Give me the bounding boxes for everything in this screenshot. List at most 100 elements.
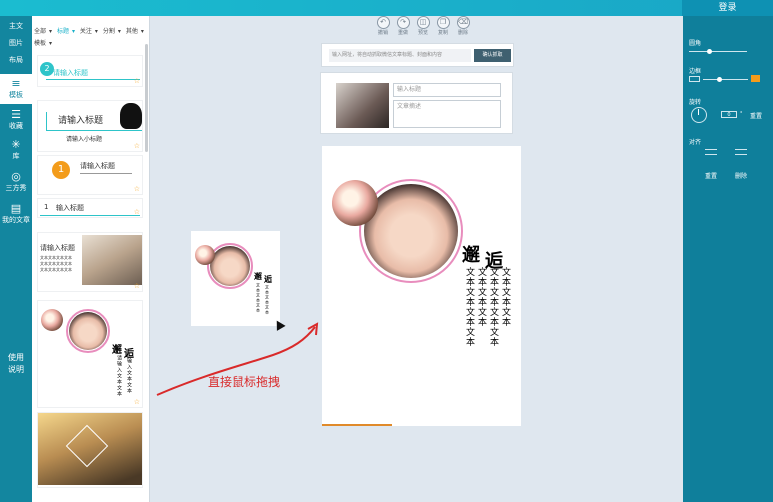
card-title: 请输入标题 (53, 69, 88, 77)
trash-icon: ⌫ (456, 16, 470, 29)
top-bar (0, 0, 773, 16)
nav-templates[interactable]: ≡ 模板 (0, 74, 32, 104)
template-card[interactable] (37, 412, 143, 488)
canvas-title-char-1[interactable]: 邂 (462, 241, 480, 267)
undo-button[interactable]: ↶ 撤销 (374, 16, 392, 37)
silhouette-icon (120, 103, 142, 129)
filter-follow[interactable]: 关注 (80, 28, 92, 35)
help-line-2: 说明 (8, 365, 24, 374)
mini-title-char-2: 逅 (264, 274, 272, 284)
redo-button[interactable]: ↷ 重做 (394, 16, 412, 37)
nav-my-articles[interactable]: ▤ 我的文章 (0, 200, 32, 228)
import-url-input[interactable]: 输入网址，将自动抓取微信文章标题、封面和内容 (329, 49, 471, 62)
template-scrollbar[interactable] (145, 44, 148, 152)
divider (80, 173, 132, 174)
filter-divider[interactable]: 分割 (103, 28, 115, 35)
star-icon[interactable]: ☆ (134, 398, 140, 406)
favorites-icon: ☰ (11, 108, 21, 121)
template-card[interactable]: 1 请输入标题 ☆ (37, 155, 143, 195)
rotate-dial-needle (698, 109, 699, 115)
card-title-char-1: 邂 (112, 345, 122, 356)
left-nav: 主文 图片 布局 ≡ 模板 ☰ 收藏 ✳ 库 ◎ 三方秀 ▤ 我的文章 使用 说… (0, 16, 32, 502)
article-summary-input[interactable]: 文章摘述 (393, 100, 501, 128)
star-icon[interactable]: ☆ (134, 185, 140, 193)
flower-photo (195, 245, 215, 265)
card-title: 请输入标题 (40, 244, 75, 252)
delete-button[interactable]: ⌫ 删除 (454, 16, 472, 37)
border-style-icon[interactable] (689, 76, 700, 82)
underline (46, 79, 140, 80)
align-center-icon[interactable] (735, 149, 747, 155)
edit-toolbar: ↶ 撤销 ↷ 重做 ◫ 预览 ❐ 复制 ⌫ 删除 (374, 16, 474, 38)
bracket-line (46, 112, 47, 130)
preview-button[interactable]: ◫ 预览 (414, 16, 432, 37)
template-filters: 全部 ▾ 标题 ▾ 关注 ▾ 分割 ▾ 其他 ▾ 模板 ▾ (34, 28, 144, 47)
delete-element-button[interactable]: 删除 (735, 171, 747, 180)
filter-title[interactable]: 标题 (57, 28, 69, 35)
number-badge-icon: 1 (52, 161, 70, 179)
portrait-photo (364, 184, 458, 278)
card-title: 请输入标题 (58, 116, 104, 126)
template-card[interactable]: 2 请输入标题 ☆ (37, 55, 143, 87)
nav-third-party[interactable]: ◎ 三方秀 (0, 168, 32, 196)
import-button[interactable]: 确认抓取 (474, 49, 511, 62)
article-title-input[interactable]: 输入标题 (393, 83, 501, 97)
cover-thumbnail[interactable] (336, 83, 389, 128)
rotate-reset-button[interactable]: 重置 (750, 111, 762, 120)
border-slider[interactable] (703, 79, 748, 80)
star-icon[interactable]: ☆ (134, 142, 140, 150)
rotate-label: 旋转 (689, 99, 702, 106)
nav-main-text[interactable]: 主文 (0, 18, 32, 34)
filter-all[interactable]: 全部 (34, 28, 46, 35)
reset-button[interactable]: 重置 (705, 171, 717, 180)
editor-canvas[interactable]: 邂 逅 文本文本文本文本 文本文本文本 文本文本文本文本 文本文本文本 (322, 146, 521, 426)
star-icon[interactable]: ☆ (134, 208, 140, 216)
align-left-icon[interactable] (705, 149, 717, 155)
drag-annotation: 直接鼠标拖拽 (208, 375, 281, 389)
dragged-template-preview[interactable]: 邂 逅 文本文本文本 文本文本文本 (191, 231, 280, 326)
nav-library[interactable]: ✳ 库 (0, 136, 32, 164)
nav-images[interactable]: 图片 (0, 35, 32, 51)
login-button[interactable]: 登录 (682, 0, 773, 16)
card-body: 文本文本文本文本文本文本文本文本文本文本文本文本 (40, 255, 72, 272)
template-card[interactable]: 邂 逅 请输入文本文本 输入文本文本 ☆ (37, 300, 143, 408)
nav-library-label: 库 (12, 152, 20, 160)
corner-slider[interactable] (689, 51, 747, 52)
filter-template[interactable]: 模板 (34, 40, 46, 47)
template-card[interactable]: 请输入标题 请输入小标题 ☆ (37, 100, 143, 152)
border-slider-knob[interactable] (717, 77, 722, 82)
dog-photo (82, 235, 142, 285)
flower-photo (41, 309, 63, 331)
mini-title-char-1: 邂 (254, 271, 262, 281)
weibo-icon: ◎ (11, 170, 21, 183)
border-color-swatch[interactable] (751, 75, 760, 82)
mini-column: 文本文本文本 (265, 285, 270, 315)
divider (40, 215, 140, 216)
redo-icon: ↷ (396, 16, 410, 29)
canvas-column[interactable]: 文本文本文本 (499, 267, 512, 327)
number-badge-icon: 2 (40, 62, 54, 76)
nav-favorites[interactable]: ☰ 收藏 (0, 106, 32, 134)
nav-templates-label: 模板 (9, 91, 23, 99)
help-line-1: 使用 (8, 353, 24, 362)
help-link[interactable]: 使用 说明 (0, 352, 32, 376)
card-title: 输入标题 (56, 204, 84, 212)
nav-my-articles-label: 我的文章 (2, 216, 30, 224)
corner-slider-knob[interactable] (707, 49, 712, 54)
copy-button[interactable]: ❐ 复制 (434, 16, 452, 37)
template-card[interactable]: 1 输入标题 ☆ (37, 198, 143, 218)
card-column: 输入文本文本 (126, 358, 132, 394)
flower-photo (332, 180, 378, 226)
nav-third-party-label: 三方秀 (5, 184, 27, 192)
copy-icon: ❐ (436, 16, 450, 29)
star-icon[interactable]: ☆ (134, 282, 140, 290)
import-bar: 输入网址，将自动抓取微信文章标题、封面和内容 确认抓取 (321, 43, 514, 67)
rotate-value-input[interactable]: 0 (721, 111, 737, 118)
nav-layout[interactable]: 布局 (0, 52, 32, 68)
rotate-dial-icon[interactable] (691, 107, 707, 123)
filter-other[interactable]: 其他 (126, 28, 138, 35)
template-card[interactable]: 请输入标题 文本文本文本文本文本文本文本文本文本文本文本文本 ☆ (37, 232, 143, 292)
star-icon[interactable]: ☆ (134, 77, 140, 85)
mini-column: 文本文本文本 (256, 283, 261, 313)
corner-label: 圆角 (689, 40, 702, 47)
